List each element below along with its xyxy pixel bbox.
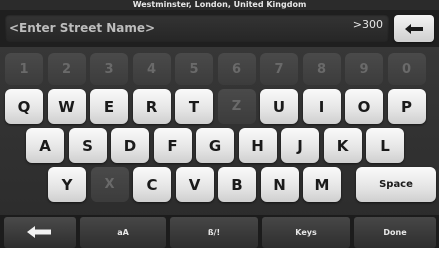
key-g[interactable]: G <box>196 128 234 163</box>
search-row: <Enter Street Name> >300 <box>0 10 439 47</box>
key-7: 7 <box>260 53 298 85</box>
key-x: X <box>90 167 129 202</box>
key-j[interactable]: J <box>281 128 319 163</box>
back-arrow-icon <box>27 226 51 238</box>
key-p[interactable]: P <box>387 89 426 124</box>
key-n[interactable]: N <box>260 167 299 202</box>
key-5: 5 <box>175 53 213 85</box>
key-i[interactable]: I <box>302 89 341 124</box>
footer-strip <box>0 248 439 255</box>
key-h[interactable]: H <box>238 128 277 163</box>
key-a[interactable]: A <box>26 128 64 163</box>
backspace-button[interactable] <box>394 15 434 42</box>
key-f[interactable]: F <box>153 128 192 163</box>
key-1: 1 <box>5 53 43 85</box>
left-arrow-icon <box>405 24 423 34</box>
key-b[interactable]: B <box>218 167 256 202</box>
key-m[interactable]: M <box>303 167 341 202</box>
key-9: 9 <box>345 53 383 85</box>
key-2: 2 <box>47 53 86 85</box>
case-toggle-button[interactable]: aA <box>80 217 166 248</box>
key-k[interactable]: K <box>323 128 362 163</box>
done-button[interactable]: Done <box>354 217 436 248</box>
location-header: Westminster, London, United Kingdom <box>0 0 439 10</box>
key-z: Z <box>217 89 256 124</box>
keys-button[interactable]: Keys <box>262 217 350 248</box>
key-w[interactable]: W <box>47 89 86 124</box>
key-s[interactable]: S <box>68 128 107 163</box>
key-e[interactable]: E <box>90 89 128 124</box>
key-v[interactable]: V <box>175 167 214 202</box>
key-t[interactable]: T <box>175 89 213 124</box>
key-d[interactable]: D <box>111 128 149 163</box>
key-q[interactable]: Q <box>5 89 43 124</box>
key-l[interactable]: L <box>366 128 404 163</box>
key-r[interactable]: R <box>132 89 171 124</box>
street-name-input[interactable]: <Enter Street Name> >300 <box>5 14 389 42</box>
key-u[interactable]: U <box>260 89 298 124</box>
key-4: 4 <box>132 53 171 85</box>
back-button[interactable] <box>4 217 76 248</box>
space-key[interactable]: Space <box>356 167 436 202</box>
key-c[interactable]: C <box>133 167 171 202</box>
key-0: 0 <box>387 53 426 85</box>
result-count: >300 <box>352 18 383 31</box>
key-o[interactable]: O <box>345 89 383 124</box>
key-6: 6 <box>217 53 256 85</box>
key-8: 8 <box>302 53 341 85</box>
key-y[interactable]: Y <box>48 167 86 202</box>
key-3: 3 <box>90 53 128 85</box>
alphabet-toggle-button[interactable]: ß/! <box>170 217 258 248</box>
street-name-placeholder: <Enter Street Name> <box>9 21 156 35</box>
keyboard-screen: Westminster, London, United Kingdom <Ent… <box>0 0 439 255</box>
